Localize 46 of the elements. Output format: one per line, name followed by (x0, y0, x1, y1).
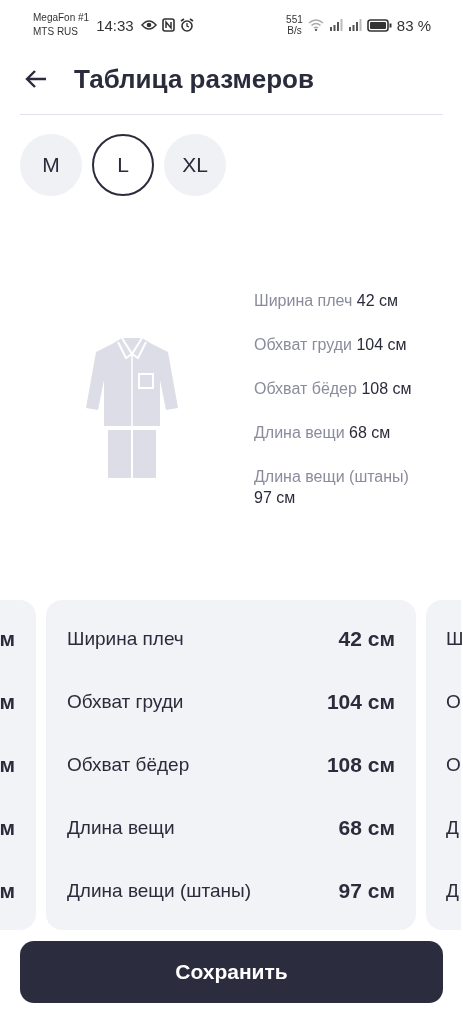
clock-time: 14:33 (96, 16, 134, 34)
measurement-label: Д (446, 879, 460, 902)
measurement-value: 68 см (338, 815, 395, 840)
alarm-icon (179, 18, 194, 32)
measurement-value: м (0, 753, 15, 777)
measurement-value: м (0, 690, 15, 715)
measurement-label: Обхват груди (67, 691, 184, 714)
measurement-value: м (0, 878, 15, 903)
measurement-label: Д (446, 816, 460, 839)
measurement-text: Ширина плеч 42 см (254, 291, 400, 311)
measurement-text: Длина вещи 68 см (254, 423, 392, 443)
measurement-text: Обхват груди 104 см (254, 335, 408, 355)
save-button[interactable]: Сохранить (20, 941, 443, 1003)
measurement-text: Длина вещи (штаны) 97 см (254, 467, 410, 508)
measurement-label: Ширина плеч (67, 628, 184, 651)
page-title: Таблица размеров (74, 63, 314, 95)
speed-unit: B/s (287, 25, 302, 36)
battery-percent: 83 % (396, 16, 431, 34)
measurement-label: Длина вещи (штаны) (67, 879, 251, 902)
nfc-icon (161, 18, 175, 32)
network-speed: 551 (286, 14, 303, 25)
measurement-label: О (446, 754, 461, 776)
measurement-label: Обхват бёдер (67, 754, 190, 776)
battery-icon (366, 18, 392, 32)
size-card[interactable]: м м м м м (0, 600, 36, 930)
carrier-name: MegaFon #1 (33, 11, 90, 25)
size-card[interactable]: Ш О О Д Д (426, 600, 461, 930)
signal-icon (328, 19, 343, 31)
wifi-icon (307, 19, 324, 31)
eye-icon (140, 19, 157, 31)
measurement-value: м (0, 627, 15, 652)
measurement-label: О (446, 691, 461, 714)
measurement-label: Длина вещи (67, 816, 175, 839)
size-chip[interactable]: L (92, 134, 154, 196)
size-card[interactable]: Ширина плеч 42 см Обхват груди 104 см Обхват бёдер 108 см Длина вещи 68 см Длина вещи (штаны) 97 см (46, 600, 416, 930)
measurement-value: 104 см (326, 690, 395, 715)
measurement-value: м (0, 815, 15, 840)
measurement-value: 42 см (338, 627, 395, 652)
measurement-value: 108 см (326, 753, 395, 777)
carrier-name: MTS RUS (33, 25, 79, 39)
signal-icon (347, 19, 362, 31)
measurement-text: Обхват бёдер 108 см (254, 379, 413, 399)
measurement-value: 97 см (338, 878, 395, 903)
size-chip[interactable]: M (20, 134, 82, 196)
measurement-label: Ш (446, 628, 461, 651)
size-chip[interactable]: XL (164, 134, 226, 196)
